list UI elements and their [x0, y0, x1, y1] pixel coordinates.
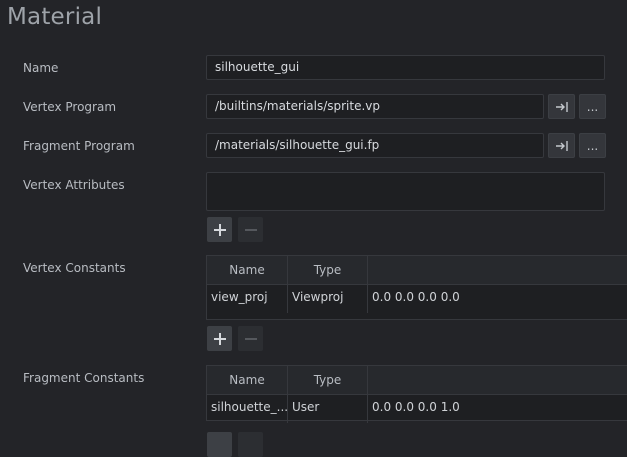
fragment-program-browse-button[interactable]: ...: [579, 133, 606, 158]
vertex-program-label: Vertex Program: [23, 100, 117, 114]
minus-icon: [244, 337, 257, 340]
vertex-constants-table: Name Type view_proj Viewproj 0.0 0.0 0.0…: [206, 255, 627, 320]
fragment-constants-table: Name Type silhouette_... User 0.0 0.0 0.…: [206, 365, 627, 423]
goto-icon: [555, 140, 568, 151]
name-label: Name: [23, 61, 59, 75]
vertex-program-open-button[interactable]: [548, 94, 575, 119]
fragment-constants-add-button[interactable]: [207, 432, 232, 457]
vertex-attributes-list[interactable]: [206, 172, 605, 211]
minus-icon: [244, 228, 257, 231]
cell-type[interactable]: Viewproj: [288, 285, 368, 313]
vertex-constants-remove-button[interactable]: [238, 326, 263, 351]
column-header-value: [368, 256, 627, 284]
fragment-constants-label: Fragment Constants: [23, 371, 145, 385]
vertex-constants-add-button[interactable]: [207, 326, 232, 351]
plus-icon: [213, 223, 226, 236]
column-header-type[interactable]: Type: [288, 256, 368, 284]
cell-value[interactable]: 0.0 0.0 0.0 0.0: [368, 285, 627, 313]
column-header-type[interactable]: Type: [288, 366, 368, 394]
vertex-program-field[interactable]: /builtins/materials/sprite.vp: [206, 94, 544, 119]
vertex-program-browse-button[interactable]: ...: [579, 94, 606, 119]
fragment-program-field[interactable]: /materials/silhouette_gui.fp: [206, 133, 544, 158]
table-header: Name Type: [207, 256, 627, 285]
name-field[interactable]: silhouette_gui: [206, 55, 605, 80]
table-row[interactable]: view_proj Viewproj 0.0 0.0 0.0 0.0: [207, 285, 627, 313]
vertex-constants-label: Vertex Constants: [23, 261, 126, 275]
table-row[interactable]: silhouette_... User 0.0 0.0 0.0 1.0: [207, 395, 627, 423]
table-header: Name Type: [207, 366, 627, 395]
cell-type[interactable]: User: [288, 395, 368, 423]
panel-title: Material: [7, 4, 103, 30]
vertex-attributes-label: Vertex Attributes: [23, 178, 125, 192]
column-header-name[interactable]: Name: [207, 366, 288, 394]
cell-name[interactable]: view_proj: [207, 285, 288, 313]
plus-icon: [213, 332, 226, 345]
fragment-program-label: Fragment Program: [23, 139, 135, 153]
fragment-program-open-button[interactable]: [548, 133, 575, 158]
cell-name[interactable]: silhouette_...: [207, 395, 288, 423]
fragment-constants-remove-button[interactable]: [238, 432, 263, 457]
cell-value[interactable]: 0.0 0.0 0.0 1.0: [368, 395, 627, 423]
column-header-value: [368, 366, 627, 394]
column-header-name[interactable]: Name: [207, 256, 288, 284]
goto-icon: [555, 101, 568, 112]
vertex-attributes-add-button[interactable]: [207, 217, 232, 242]
vertex-attributes-remove-button[interactable]: [238, 217, 263, 242]
